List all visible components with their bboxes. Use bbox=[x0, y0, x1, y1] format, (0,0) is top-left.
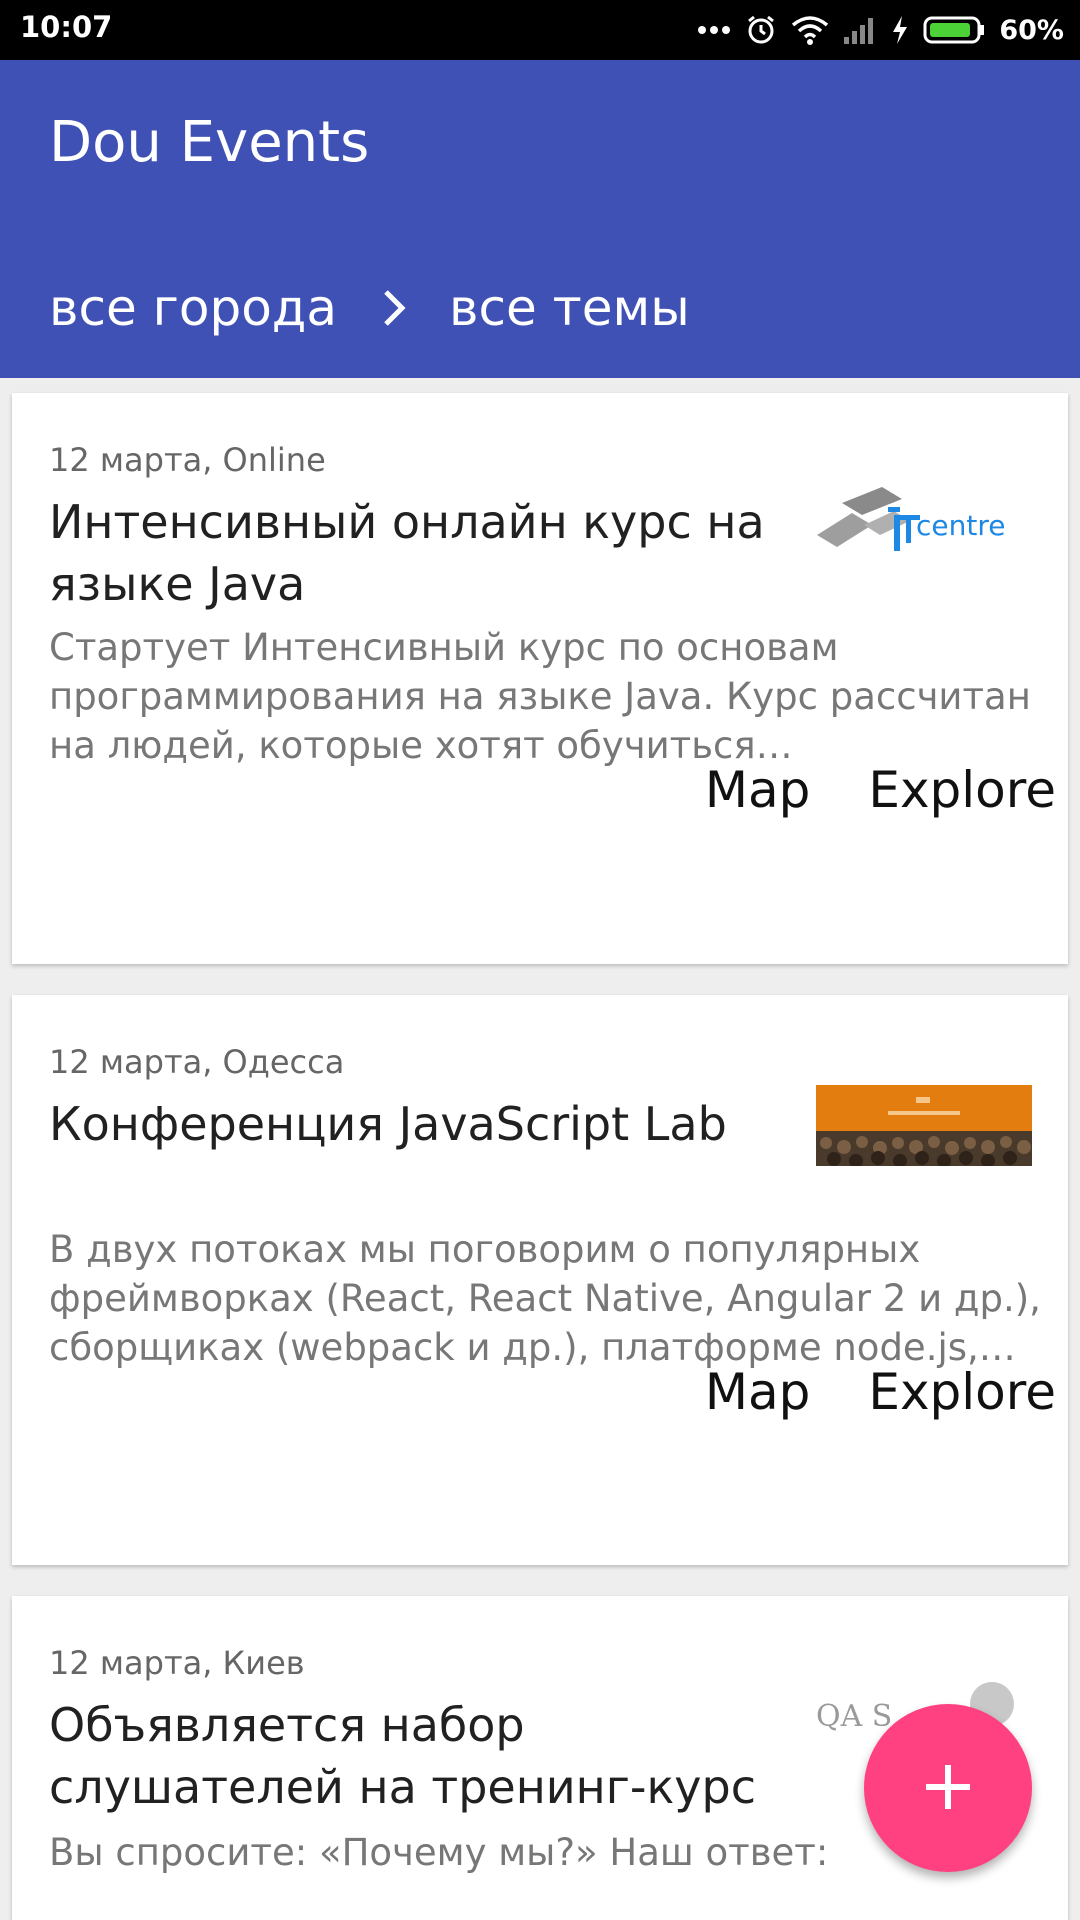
app-bar: Dou Events все города все темы bbox=[0, 60, 1080, 378]
map-button[interactable]: Map bbox=[705, 761, 811, 819]
card-actions: Map Explore bbox=[705, 761, 1056, 819]
svg-text:QA S: QA S bbox=[816, 1699, 892, 1734]
topic-filter[interactable]: все темы bbox=[449, 279, 690, 337]
event-date-location: 12 марта, Online bbox=[49, 441, 326, 479]
chevron-right-icon bbox=[382, 288, 406, 328]
event-title: Объявляется набор слушателей на тренинг-… bbox=[49, 1698, 757, 1814]
plus-icon bbox=[925, 1764, 971, 1813]
battery-percent: 60% bbox=[999, 14, 1064, 46]
wifi-icon bbox=[791, 15, 829, 45]
app-title: Dou Events bbox=[49, 110, 370, 175]
explore-button[interactable]: Explore bbox=[868, 761, 1056, 819]
filter-breadcrumb: все города все темы bbox=[49, 268, 690, 348]
event-title: Конференция JavaScript Lab bbox=[49, 1097, 727, 1151]
status-time: 10:07 bbox=[20, 10, 113, 44]
charging-bolt-icon bbox=[891, 15, 909, 45]
event-date-location: 12 марта, Киев bbox=[49, 1644, 305, 1682]
event-logo: centre bbox=[812, 473, 1027, 573]
signal-icon bbox=[843, 15, 877, 45]
city-filter[interactable]: все города bbox=[49, 279, 337, 337]
explore-button[interactable]: Explore bbox=[868, 1363, 1056, 1421]
event-card[interactable]: 12 марта, Одесса Конференция JavaScript … bbox=[12, 995, 1068, 1565]
event-card[interactable]: 12 марта, Online Интенсивный онлайн курс… bbox=[12, 393, 1068, 964]
logo-text: centre bbox=[916, 509, 1005, 542]
event-date-location: 12 марта, Одесса bbox=[49, 1043, 345, 1081]
card-actions: Map Explore bbox=[705, 1363, 1056, 1421]
status-bar: 10:07 60% bbox=[0, 0, 1080, 60]
map-button[interactable]: Map bbox=[705, 1363, 811, 1421]
event-description: В двух потоках мы поговорим о популярных… bbox=[49, 1228, 1041, 1369]
more-dots-icon bbox=[697, 25, 731, 35]
add-event-button[interactable] bbox=[864, 1704, 1032, 1872]
event-description: Стартует Интенсивный курс по основам про… bbox=[49, 626, 1031, 767]
alarm-icon bbox=[745, 14, 777, 46]
event-thumbnail bbox=[816, 1085, 1032, 1166]
event-title: Интенсивный онлайн курс на языке Java bbox=[49, 495, 765, 611]
battery-icon bbox=[923, 15, 985, 45]
status-icons: 60% bbox=[697, 8, 1064, 52]
event-list: 12 марта, Online Интенсивный онлайн курс… bbox=[0, 378, 1080, 1920]
